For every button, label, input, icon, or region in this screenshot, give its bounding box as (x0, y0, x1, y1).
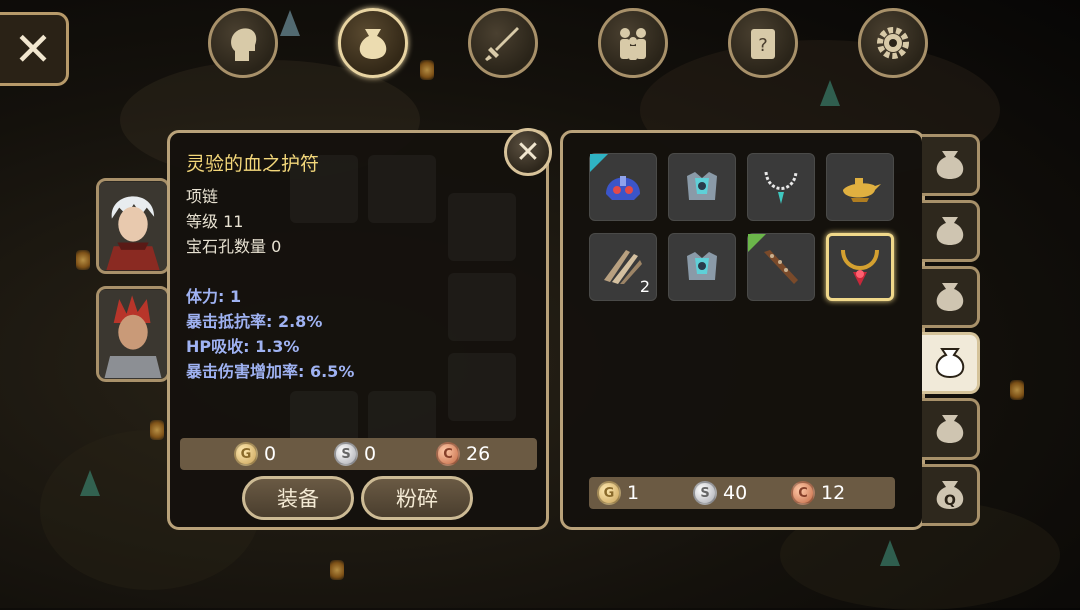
inventory-slot-crystal-armor-2[interactable] (668, 233, 736, 301)
gold-amount: 0 (264, 443, 277, 465)
settings-tab[interactable] (858, 8, 928, 78)
armor-icon (687, 172, 717, 200)
item-grade-marker (748, 234, 766, 252)
bag-icon (359, 29, 387, 59)
bag-tab-5[interactable] (922, 398, 980, 460)
smash-button[interactable]: 粉碎 (361, 476, 473, 520)
bag-tab-4[interactable] (922, 332, 980, 394)
gold-balance: G 1 (597, 481, 639, 505)
item-stat: 暴击抵抗率: 2.8% (186, 312, 323, 331)
copper-balance: C 12 (791, 481, 845, 505)
party-tab[interactable] (598, 8, 668, 78)
inventory-slot-blue-helmet[interactable] (589, 153, 657, 221)
item-level: 等级 11 (186, 212, 244, 231)
item-stat: 暴击伤害增加率: 6.5% (186, 362, 355, 381)
equip-slot-ghost (368, 155, 436, 223)
head-silhouette-icon (231, 28, 257, 61)
inventory-panel: 2 G 1 S 40 C 12 (560, 130, 925, 530)
scroll-icon: ? (751, 29, 775, 59)
inventory-slot-claw-material[interactable]: 2 (589, 233, 657, 301)
item-gem-slots: 宝石孔数量 0 (186, 237, 282, 256)
bag-icon (936, 217, 963, 245)
bag-tab[interactable] (338, 8, 408, 78)
item-stat: 体力: 1 (186, 287, 242, 306)
equip-slot-ghost (448, 193, 516, 261)
equip-button[interactable]: 装备 (242, 476, 354, 520)
bag-tab-3[interactable] (922, 266, 980, 328)
quest-tab[interactable]: ? (728, 8, 798, 78)
inventory-slot-magic-lamp[interactable] (826, 153, 894, 221)
bag-tab-1[interactable] (922, 134, 980, 196)
silver-amount: 0 (364, 443, 377, 465)
inventory-slot-silver-necklace[interactable] (747, 153, 815, 221)
sword-icon (485, 27, 519, 61)
white-hair-hero-avatar (99, 181, 167, 271)
quest-bag-label: Q (944, 493, 956, 509)
quest-bag-tab[interactable]: Q (922, 464, 980, 526)
sell-price-bar: G 0 S 0 C 26 (180, 438, 537, 470)
character-tab[interactable] (208, 8, 278, 78)
close-menu-button[interactable]: ✕ (0, 12, 69, 86)
quest-bag-icon: Q (936, 481, 963, 509)
character-portrait-white-hair[interactable] (96, 178, 170, 274)
copper-coin-icon: C (436, 442, 460, 466)
silver-coin-icon: S (693, 481, 717, 505)
bag-tab-2[interactable] (922, 200, 980, 262)
silver-coin-icon: S (334, 442, 358, 466)
inventory-slot-blood-amulet[interactable] (826, 233, 894, 301)
copper-price: C 26 (436, 442, 490, 466)
gold-coin-icon: G (234, 442, 258, 466)
silver-balance: S 40 (693, 481, 747, 505)
skills-tab[interactable] (468, 8, 538, 78)
equip-slot-ghost (448, 353, 516, 421)
bag-icon (936, 415, 963, 443)
item-grade-marker (590, 154, 608, 172)
equip-slot-ghost (448, 273, 516, 341)
svg-text:?: ? (758, 35, 768, 56)
lamp-icon (843, 178, 881, 202)
bag-icon (936, 283, 963, 311)
silver-amount: 40 (723, 482, 748, 504)
copper-amount: 26 (466, 443, 491, 465)
character-portrait-red-hair[interactable] (96, 286, 170, 382)
bag-icon (935, 348, 964, 379)
close-icon: ✕ (515, 134, 541, 170)
necklace-icon (764, 171, 798, 204)
close-icon: ✕ (13, 22, 53, 76)
item-name: 灵验的血之护符 (186, 153, 320, 175)
armor-icon (687, 252, 717, 280)
bag-icon (936, 151, 963, 179)
amulet-icon (841, 249, 879, 286)
red-hair-warrior-avatar (99, 289, 167, 379)
item-type: 项链 (186, 187, 219, 206)
party-icon (620, 28, 646, 60)
copper-coin-icon: C (791, 481, 815, 505)
gear-icon (877, 27, 909, 59)
item-stat: HP吸收: 1.3% (186, 337, 300, 356)
player-money-bar: G 1 S 40 C 12 (589, 477, 895, 509)
gold-amount: 1 (627, 482, 640, 504)
inventory-slot-spiked-club[interactable] (747, 233, 815, 301)
close-detail-button[interactable]: ✕ (504, 128, 552, 176)
item-count: 2 (639, 277, 650, 296)
inventory-slot-crystal-armor[interactable] (668, 153, 736, 221)
gold-coin-icon: G (597, 481, 621, 505)
gold-price: G 0 (234, 442, 276, 466)
silver-price: S 0 (334, 442, 376, 466)
copper-amount: 12 (821, 482, 846, 504)
item-detail-panel: 灵验的血之护符 项链 等级 11 宝石孔数量 0 体力: 1 暴击抵抗率: 2.… (167, 130, 549, 530)
